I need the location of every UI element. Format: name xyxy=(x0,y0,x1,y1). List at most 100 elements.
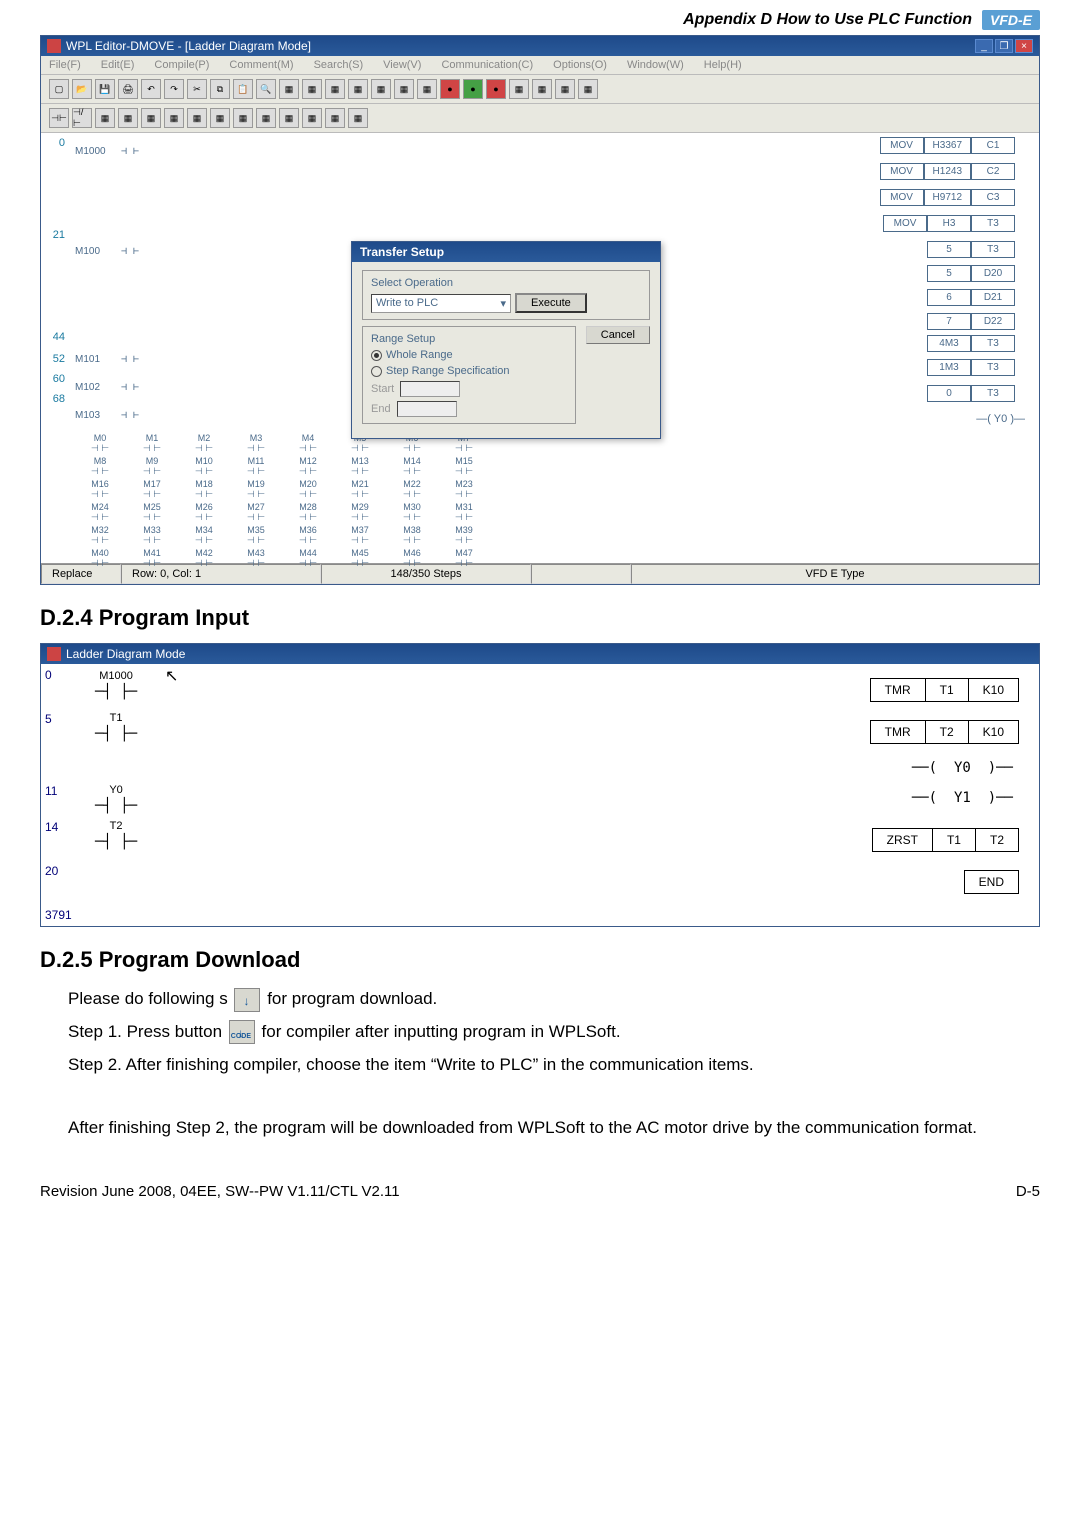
menu-communication[interactable]: Communication(C) xyxy=(441,59,533,71)
new-icon[interactable]: ▢ xyxy=(49,79,69,99)
menu-help[interactable]: Help(H) xyxy=(704,59,742,71)
tool-icon[interactable]: ▦ xyxy=(302,79,322,99)
contact-grid-cell: M30⊣ ⊢ xyxy=(387,502,437,523)
start-label: Start xyxy=(371,383,394,395)
cancel-button[interactable]: Cancel xyxy=(586,326,650,344)
find-icon[interactable]: 🔍 xyxy=(256,79,276,99)
menu-edit[interactable]: Edit(E) xyxy=(101,59,135,71)
tool-icon[interactable]: ▦ xyxy=(371,79,391,99)
contact-grid-cell: M19⊣ ⊢ xyxy=(231,479,281,500)
appendix-title: Appendix D How to Use PLC Function xyxy=(683,11,972,29)
coil-op: TMR xyxy=(870,678,925,702)
contact-grid-cell: M26⊣ ⊢ xyxy=(179,502,229,523)
tool-icon[interactable]: ▦ xyxy=(325,79,345,99)
paste-icon[interactable]: 📋 xyxy=(233,79,253,99)
tool-icon[interactable]: ▦ xyxy=(578,79,598,99)
menu-comment[interactable]: Comment(M) xyxy=(229,59,293,71)
revision-text: Revision June 2008, 04EE, SW--PW V1.11/C… xyxy=(40,1183,400,1200)
ladder-icon[interactable]: ▦ xyxy=(256,108,276,128)
minimize-button[interactable]: _ xyxy=(975,39,993,53)
menu-compile[interactable]: Compile(P) xyxy=(154,59,209,71)
ladder-icon[interactable]: ▦ xyxy=(348,108,368,128)
contact-sym: ─┤ ├─ xyxy=(95,684,137,700)
line-numbers: 0 5 11 14 20 3791 xyxy=(41,664,75,926)
contact-sym: ─┤ ├─ xyxy=(95,834,137,850)
copy-icon[interactable]: ⧉ xyxy=(210,79,230,99)
tool-icon[interactable]: ▦ xyxy=(394,79,414,99)
tool-icon[interactable]: ▦ xyxy=(417,79,437,99)
line-numbers: 0 21 44 52 60 68 xyxy=(41,133,71,563)
radio-label: Whole Range xyxy=(386,349,453,361)
tool-icon[interactable]: ▦ xyxy=(509,79,529,99)
contact-label: T2 xyxy=(95,820,137,832)
coil-op: MOV xyxy=(880,137,924,154)
redo-icon[interactable]: ↷ xyxy=(164,79,184,99)
page-number: D-5 xyxy=(1016,1183,1040,1200)
step-range-radio[interactable]: Step Range Specification xyxy=(371,365,567,377)
contact-grid-cell: M13⊣ ⊢ xyxy=(335,456,385,477)
ladder-area[interactable]: M1000⊣ ⊢ MOV H3367 C1 MOV H1243 C2 MOV H… xyxy=(71,133,1039,563)
coil-dst: T3 xyxy=(971,335,1015,352)
ladder-icon[interactable]: ▦ xyxy=(279,108,299,128)
dropdown-value: Write to PLC xyxy=(376,297,438,309)
tool-icon[interactable]: ▦ xyxy=(279,79,299,99)
ladder-icon[interactable]: ▦ xyxy=(164,108,184,128)
contact-nc-icon[interactable]: ⊣/⊢ xyxy=(72,108,92,128)
print-icon[interactable]: 🖨 xyxy=(118,79,138,99)
coil-paren: ──( Y0 )── xyxy=(906,758,1019,778)
execute-button[interactable]: Execute xyxy=(515,293,587,313)
radio-icon xyxy=(371,350,382,361)
undo-icon[interactable]: ↶ xyxy=(141,79,161,99)
tool-icon[interactable]: ▦ xyxy=(348,79,368,99)
maximize-button[interactable]: ❐ xyxy=(995,39,1013,53)
ladder-icon[interactable]: ▦ xyxy=(118,108,138,128)
ladder-area[interactable]: ↖ M1000─┤ ├─ TMR T1 K10 T1─┤ ├─ TMR T2 K… xyxy=(75,664,1039,926)
contact-grid-cell: M9⊣ ⊢ xyxy=(127,456,177,477)
coil-arg1: T1 xyxy=(925,678,968,702)
run-icon[interactable]: ● xyxy=(463,79,483,99)
coil-dst: D21 xyxy=(971,289,1015,306)
section-d24-heading: D.2.4 Program Input xyxy=(40,605,1040,631)
lnum: 14 xyxy=(41,816,75,838)
menu-view[interactable]: View(V) xyxy=(383,59,421,71)
stop-icon[interactable]: ● xyxy=(440,79,460,99)
section-d25-heading: D.2.5 Program Download xyxy=(40,947,1040,973)
tool-icon[interactable]: ▦ xyxy=(555,79,575,99)
contact-grid-cell: M38⊣ ⊢ xyxy=(387,525,437,546)
start-input xyxy=(400,381,460,397)
menu-search[interactable]: Search(S) xyxy=(314,59,364,71)
menu-options[interactable]: Options(O) xyxy=(553,59,607,71)
contact-grid-cell: M28⊣ ⊢ xyxy=(283,502,333,523)
menu-window[interactable]: Window(W) xyxy=(627,59,684,71)
chevron-down-icon: ▾ xyxy=(500,297,506,310)
tool-icon[interactable]: ▦ xyxy=(532,79,552,99)
open-icon[interactable]: 📂 xyxy=(72,79,92,99)
contact-label: M1000 xyxy=(95,670,137,682)
ladder-canvas: 0 21 44 52 60 68 M1000⊣ ⊢ MOV H3367 C1 M… xyxy=(41,133,1039,563)
coil-arg2: K10 xyxy=(968,720,1019,744)
ladder-icon[interactable]: ▦ xyxy=(210,108,230,128)
contact-grid-cell: M46⊣ ⊢ xyxy=(387,548,437,569)
close-button[interactable]: × xyxy=(1015,39,1033,53)
operation-dropdown[interactable]: Write to PLC ▾ xyxy=(371,294,511,313)
contact: M1000 xyxy=(75,146,115,157)
ladder-icon[interactable]: ▦ xyxy=(187,108,207,128)
rec-icon[interactable]: ● xyxy=(486,79,506,99)
menu-file[interactable]: File(F) xyxy=(49,59,81,71)
contact-grid-cell: M37⊣ ⊢ xyxy=(335,525,385,546)
coil-src: H9712 xyxy=(924,189,971,206)
save-icon[interactable]: 💾 xyxy=(95,79,115,99)
ladder-icon[interactable]: ▦ xyxy=(302,108,322,128)
contact-grid-cell: M10⊣ ⊢ xyxy=(179,456,229,477)
cut-icon[interactable]: ✂ xyxy=(187,79,207,99)
coil-src: 6 xyxy=(927,289,971,306)
ladder-icon[interactable]: ▦ xyxy=(325,108,345,128)
coil-dst: C3 xyxy=(971,189,1015,206)
contact-no-icon[interactable]: ⊣⊢ xyxy=(49,108,69,128)
whole-range-radio[interactable]: Whole Range xyxy=(371,349,567,361)
ladder-icon[interactable]: ▦ xyxy=(233,108,253,128)
contact-grid-cell: M25⊣ ⊢ xyxy=(127,502,177,523)
ladder-icon[interactable]: ▦ xyxy=(141,108,161,128)
ladder-icon[interactable]: ▦ xyxy=(95,108,115,128)
coil-src: H3 xyxy=(927,215,971,232)
